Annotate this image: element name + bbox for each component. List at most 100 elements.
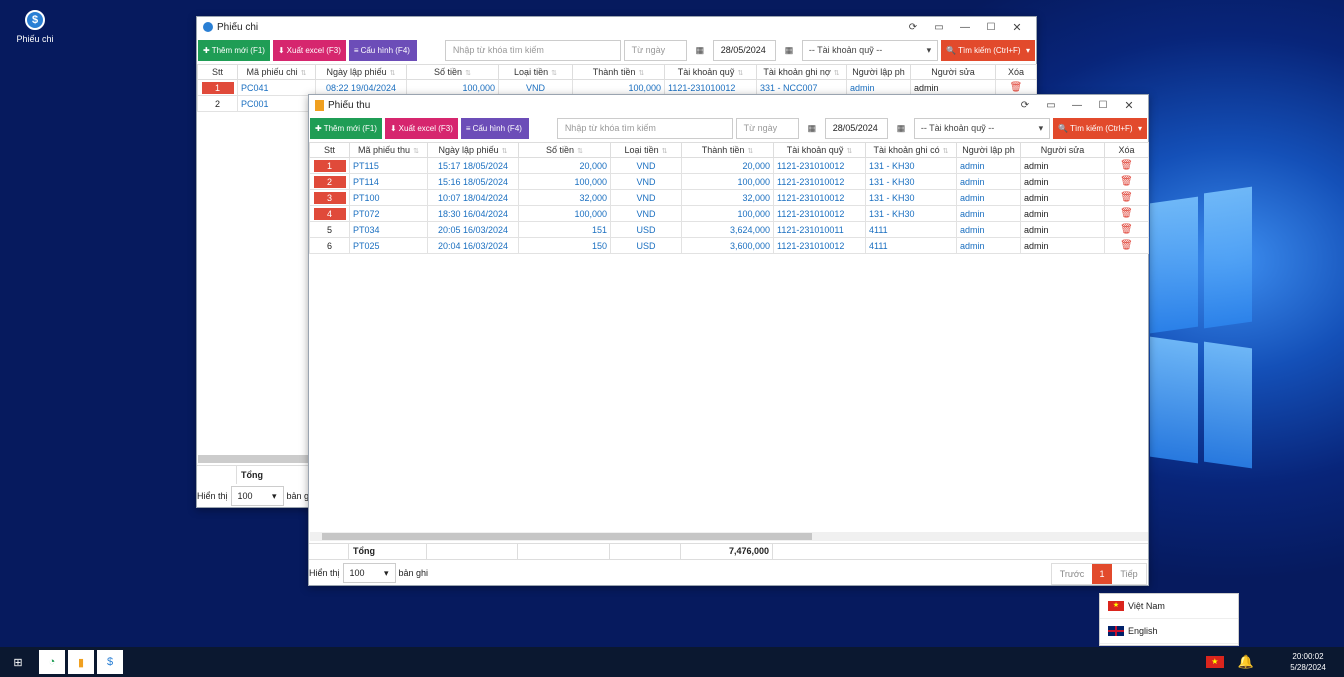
column-header[interactable]: Mã phiếu thu ⇅ bbox=[349, 142, 428, 158]
title-bar: Phiếu chi ⟳ ▭ — ☐ ✕ bbox=[197, 17, 1036, 37]
search-button[interactable]: 🔍 Tìm kiếm (Ctrl+F) ▾ bbox=[1053, 117, 1148, 139]
from-date-input[interactable]: Từ ngày bbox=[623, 39, 687, 61]
trash-icon[interactable]: 🗑 bbox=[1108, 240, 1145, 251]
maximize-button[interactable]: ☐ bbox=[978, 22, 1004, 33]
vietnam-flag-icon: ★ bbox=[1108, 601, 1124, 611]
prev-page-button[interactable]: Trước bbox=[1052, 564, 1092, 584]
search-icon: 🔍 bbox=[946, 45, 957, 55]
column-header[interactable]: Người lập ph bbox=[846, 64, 911, 80]
refresh-icon[interactable]: ⟳ bbox=[1012, 100, 1038, 111]
row-number: 2 bbox=[214, 98, 220, 109]
table-row[interactable]: 3 PT100 10:07 18/04/2024 32,000 VND 32,000 112… bbox=[309, 189, 1149, 206]
trash-icon[interactable]: 🗑 bbox=[1108, 160, 1145, 171]
plus-icon: ✚ bbox=[203, 45, 210, 55]
close-button[interactable]: ✕ bbox=[1004, 21, 1030, 34]
page-button[interactable]: 1 bbox=[1092, 564, 1112, 584]
column-header[interactable]: Tài khoản quỹ ⇅ bbox=[773, 142, 866, 158]
monitor-icon[interactable]: ▭ bbox=[926, 22, 952, 33]
fund-account-select[interactable]: -- Tài khoản quỹ -- ▾ bbox=[913, 117, 1051, 139]
calendar-icon[interactable]: ▦ bbox=[779, 40, 799, 61]
column-header[interactable]: Tài khoản ghi có ⇅ bbox=[865, 142, 957, 158]
cash-app-icon[interactable]: $ bbox=[97, 650, 123, 674]
taskbar: ⊞ ◔ ▮ $ ★ 🔔 20:00:02 5/28/2024 bbox=[0, 647, 1344, 677]
desktop-icon-phieu-chi[interactable]: $ Phiếu chi bbox=[8, 10, 62, 44]
document-app-icon[interactable]: ▮ bbox=[68, 650, 94, 674]
clock[interactable]: 20:00:02 5/28/2024 bbox=[1272, 651, 1344, 673]
vietnam-flag-icon[interactable]: ★ bbox=[1205, 656, 1224, 668]
add-new-button[interactable]: ✚ Thêm mới (F1) bbox=[198, 39, 270, 61]
trash-icon[interactable]: 🗑 bbox=[1108, 176, 1145, 187]
column-header[interactable]: Stt bbox=[309, 142, 350, 158]
close-button[interactable]: ✕ bbox=[1116, 99, 1142, 112]
column-header[interactable]: Loại tiền ⇅ bbox=[498, 64, 573, 80]
column-header[interactable]: Thành tiền ⇅ bbox=[681, 142, 774, 158]
table-row[interactable]: 6 PT025 20:04 16/03/2024 150 USD 3,600,000 112… bbox=[309, 237, 1149, 254]
language-option-vietnam[interactable]: ★ Việt Nam bbox=[1100, 594, 1238, 619]
page-size-select[interactable]: 100 ▾ bbox=[230, 486, 284, 506]
horizontal-scrollbar[interactable] bbox=[198, 455, 308, 463]
config-button[interactable]: ≡ Cấu hình (F4) bbox=[348, 39, 418, 61]
refresh-icon[interactable]: ⟳ bbox=[900, 22, 926, 33]
uk-flag-icon bbox=[1108, 626, 1124, 636]
maximize-button[interactable]: ☐ bbox=[1090, 100, 1116, 111]
column-header: Xóa bbox=[995, 64, 1037, 80]
config-button[interactable]: ≡ Cấu hình (F4) bbox=[460, 117, 530, 139]
column-header[interactable]: Ngày lập phiếu ⇅ bbox=[315, 64, 407, 80]
export-excel-button[interactable]: ⬇ Xuất excel (F3) bbox=[272, 39, 346, 61]
minimize-button[interactable]: — bbox=[952, 22, 978, 33]
language-option-english[interactable]: English bbox=[1100, 619, 1238, 644]
page-size-select[interactable]: 100 ▾ bbox=[342, 563, 396, 583]
search-input[interactable]: Nhập từ khóa tìm kiếm bbox=[444, 39, 621, 61]
export-excel-button[interactable]: ⬇ Xuất excel (F3) bbox=[384, 117, 458, 139]
chevron-down-icon: ▾ bbox=[926, 44, 932, 55]
start-icon[interactable]: ⊞ bbox=[0, 656, 36, 669]
column-header[interactable]: Tài khoản ghi nợ ⇅ bbox=[756, 64, 847, 80]
table-row[interactable]: 4 PT072 18:30 16/04/2024 100,000 VND 100,000 1… bbox=[309, 205, 1149, 222]
column-header[interactable]: Người lập ph bbox=[956, 142, 1021, 158]
column-header[interactable]: Tài khoản quỹ ⇅ bbox=[664, 64, 757, 80]
total-row: Tổng bbox=[197, 465, 309, 484]
window-phieu-thu: Phiếu thu ⟳ ▭ — ☐ ✕ ✚ Thêm mới (F1) ⬇ Xuất… bbox=[308, 94, 1149, 586]
column-header[interactable]: Loại tiền ⇅ bbox=[610, 142, 682, 158]
dashboard-app-icon[interactable]: ◔ bbox=[39, 650, 65, 674]
to-date-input[interactable]: 28/05/2024 bbox=[824, 117, 889, 139]
table-row[interactable]: 5 PT034 20:05 16/03/2024 151 USD 3,624,000 112… bbox=[309, 221, 1149, 238]
add-new-button[interactable]: ✚ Thêm mới (F1) bbox=[310, 117, 382, 139]
scrollbar-thumb[interactable] bbox=[322, 533, 812, 540]
column-header[interactable]: Số tiền ⇅ bbox=[518, 142, 611, 158]
chevron-down-icon: ▾ bbox=[1038, 122, 1044, 133]
column-header[interactable]: Thành tiền ⇅ bbox=[572, 64, 665, 80]
column-header[interactable]: Số tiền ⇅ bbox=[406, 64, 499, 80]
desktop-icon-label: Phiếu chi bbox=[16, 34, 54, 44]
calendar-icon[interactable]: ▦ bbox=[802, 118, 822, 139]
search-input[interactable]: Nhập từ khóa tìm kiếm bbox=[556, 117, 733, 139]
column-header[interactable]: Người sửa bbox=[1020, 142, 1105, 158]
next-page-button[interactable]: Tiếp bbox=[1112, 564, 1146, 584]
to-date-input[interactable]: 28/05/2024 bbox=[712, 39, 777, 61]
title-bar: Phiếu thu ⟳ ▭ — ☐ ✕ bbox=[309, 95, 1148, 115]
search-button[interactable]: 🔍 Tìm kiếm (Ctrl+F) ▾ bbox=[941, 39, 1036, 61]
fund-account-select[interactable]: -- Tài khoản quỹ -- ▾ bbox=[801, 39, 939, 61]
page-size-bar: Hiển thị 100 ▾ bản g bbox=[197, 486, 309, 506]
table-row[interactable]: 2 PT114 15:16 18/05/2024 100,000 VND 100,000 1… bbox=[309, 173, 1149, 190]
trash-icon[interactable]: 🗑 bbox=[1108, 208, 1145, 219]
from-date-input[interactable]: Từ ngày bbox=[735, 117, 799, 139]
toolbar: ✚ Thêm mới (F1) ⬇ Xuất excel (F3) ≡ Cấu hìn… bbox=[309, 116, 1148, 140]
bell-icon[interactable]: 🔔 bbox=[1238, 654, 1254, 670]
search-icon: 🔍 bbox=[1058, 123, 1069, 133]
monitor-icon[interactable]: ▭ bbox=[1038, 100, 1064, 111]
horizontal-scrollbar[interactable] bbox=[310, 532, 1148, 541]
minimize-button[interactable]: — bbox=[1064, 100, 1090, 111]
table-header: Stt Mã phiếu chi ⇅ Ngày lập phiếu ⇅ Số tiề… bbox=[197, 64, 1037, 80]
trash-icon[interactable]: 🗑 bbox=[1108, 224, 1145, 235]
trash-icon[interactable]: 🗑 bbox=[999, 82, 1033, 93]
trash-icon[interactable]: 🗑 bbox=[1108, 192, 1145, 203]
column-header[interactable]: Mã phiếu chi ⇅ bbox=[237, 64, 316, 80]
column-header[interactable]: Người sửa bbox=[910, 64, 996, 80]
column-header[interactable]: Stt bbox=[197, 64, 238, 80]
calendar-icon[interactable]: ▦ bbox=[891, 118, 911, 139]
table-row[interactable]: 1 PT115 15:17 18/05/2024 20,000 VND 20,000 112… bbox=[309, 157, 1149, 174]
row-number-badge: 4 bbox=[313, 207, 346, 220]
calendar-icon[interactable]: ▦ bbox=[690, 40, 710, 61]
column-header[interactable]: Ngày lập phiếu ⇅ bbox=[427, 142, 519, 158]
